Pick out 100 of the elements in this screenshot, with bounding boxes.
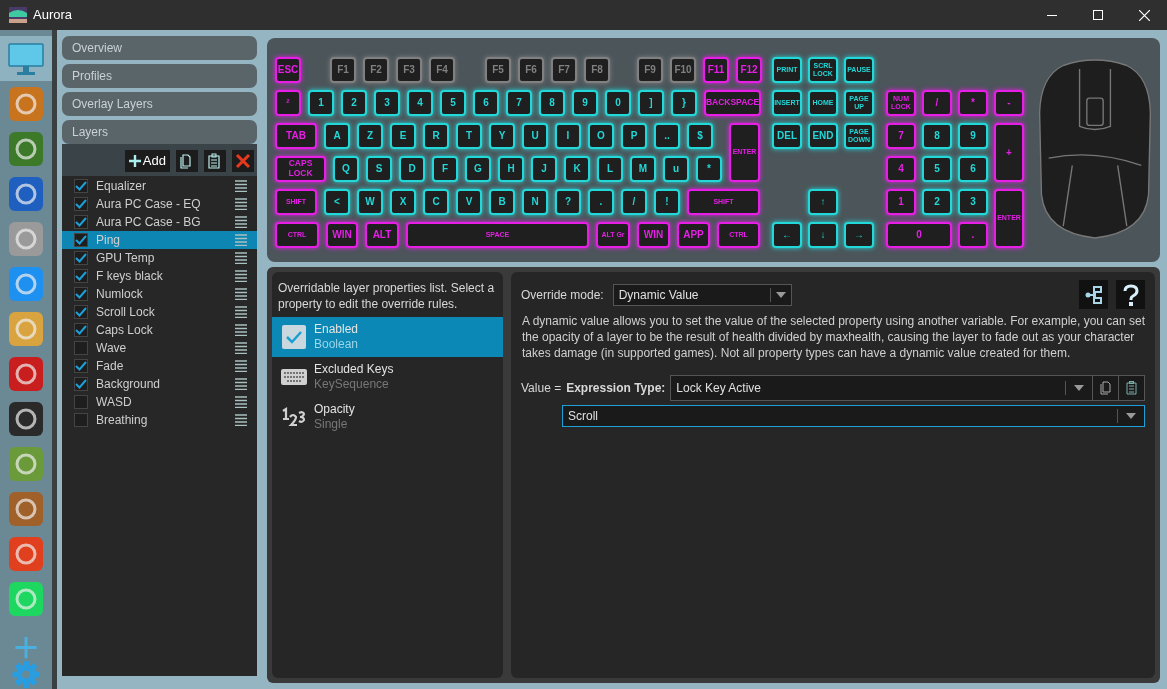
- copy-icon[interactable]: [1100, 381, 1111, 395]
- layer-checkbox[interactable]: [74, 377, 88, 391]
- layer-name: Background: [96, 376, 162, 393]
- property-item[interactable]: Opacity Single: [272, 397, 503, 437]
- drag-handle-icon[interactable]: [235, 342, 247, 354]
- add-button[interactable]: Add: [124, 150, 170, 172]
- layer-row[interactable]: GPU Temp: [62, 249, 257, 267]
- layer-row[interactable]: Breathing: [62, 411, 257, 429]
- help-button[interactable]: [1116, 280, 1145, 309]
- drag-handle-icon[interactable]: [235, 252, 247, 264]
- keyboard-key: 9: [572, 90, 598, 116]
- layer-row[interactable]: Aura PC Case - BG: [62, 213, 257, 231]
- keyboard-key: F12: [736, 57, 762, 83]
- layer-checkbox[interactable]: [74, 413, 88, 427]
- caret-icon: [1074, 385, 1084, 391]
- app-logo-icon: [8, 85, 44, 122]
- layer-checkbox[interactable]: [74, 197, 88, 211]
- delete-button[interactable]: [232, 150, 254, 172]
- layer-row[interactable]: Background: [62, 375, 257, 393]
- layer-row[interactable]: F keys black: [62, 267, 257, 285]
- section-header[interactable]: Overlay Layers: [62, 92, 257, 116]
- paste-button[interactable]: [204, 150, 226, 172]
- layer-checkbox[interactable]: [74, 269, 88, 283]
- drag-handle-icon[interactable]: [235, 288, 247, 300]
- keyboard-key: ?: [555, 189, 581, 215]
- drag-handle-icon[interactable]: [235, 414, 247, 426]
- drag-handle-icon[interactable]: [235, 216, 247, 228]
- layer-checkbox[interactable]: [74, 341, 88, 355]
- keyboard-key: 5: [922, 156, 952, 182]
- layer-checkbox[interactable]: [74, 251, 88, 265]
- keyboard-key: F3: [396, 57, 422, 83]
- layer-row[interactable]: WASD: [62, 393, 257, 411]
- property-item[interactable]: Excluded Keys KeySequence: [272, 357, 503, 397]
- keyboard-key: 4: [886, 156, 916, 182]
- numbers-icon: [281, 406, 307, 428]
- layer-row[interactable]: Fade: [62, 357, 257, 375]
- section-header[interactable]: Overview: [62, 36, 257, 60]
- keyboard-key: DEL: [772, 123, 802, 149]
- keyboard-key: L: [597, 156, 623, 182]
- layer-row[interactable]: Equalizer: [62, 177, 257, 195]
- keyboard-key: 1: [886, 189, 916, 215]
- drag-handle-icon[interactable]: [235, 324, 247, 336]
- keyboard-key: 7: [506, 90, 532, 116]
- keyboard-key: .: [588, 189, 614, 215]
- checkmark-icon: [75, 180, 87, 192]
- layer-name: Ping: [96, 232, 122, 249]
- checkmark-icon: [75, 360, 87, 372]
- keyboard-key: END: [808, 123, 838, 149]
- layer-checkbox[interactable]: [74, 233, 88, 247]
- layer-name: Aura PC Case - EQ: [96, 196, 202, 213]
- layer-checkbox[interactable]: [74, 359, 88, 373]
- app-logo-icon: [8, 310, 44, 347]
- keyboard-key: F1: [330, 57, 356, 83]
- property-name: Opacity: [314, 402, 355, 417]
- override-mode-dropdown[interactable]: Dynamic Value: [612, 283, 792, 306]
- keyboard-key: 7: [886, 123, 916, 149]
- drag-handle-icon[interactable]: [235, 306, 247, 318]
- drag-handle-icon[interactable]: [235, 180, 247, 192]
- window-title: Aurora: [33, 6, 73, 25]
- layer-checkbox[interactable]: [74, 305, 88, 319]
- section-header[interactable]: Layers: [62, 120, 257, 144]
- keyboard-key: WIN: [326, 222, 358, 248]
- section-header[interactable]: Profiles: [62, 64, 257, 88]
- keyboard-key: X: [390, 189, 416, 215]
- keyboard-key: H: [498, 156, 524, 182]
- keyboard-key: *: [958, 90, 988, 116]
- checkmark-icon: [75, 324, 87, 336]
- keyboard-key: K: [564, 156, 590, 182]
- hierarchy-button[interactable]: [1079, 280, 1108, 309]
- keyboard-key: ]: [638, 90, 664, 116]
- layer-checkbox[interactable]: [74, 395, 88, 409]
- drag-handle-icon[interactable]: [235, 360, 247, 372]
- paste-icon[interactable]: [1126, 381, 1137, 395]
- keyboard-key: W: [357, 189, 383, 215]
- layer-row[interactable]: Caps Lock: [62, 321, 257, 339]
- layer-name: Breathing: [96, 412, 149, 429]
- drag-handle-icon[interactable]: [235, 378, 247, 390]
- layer-checkbox[interactable]: [74, 287, 88, 301]
- drag-handle-icon[interactable]: [235, 234, 247, 246]
- drag-handle-icon[interactable]: [235, 198, 247, 210]
- drag-handle-icon[interactable]: [235, 396, 247, 408]
- override-mode-label: Override mode:: [521, 286, 604, 304]
- copy-button[interactable]: [176, 150, 198, 172]
- layer-checkbox[interactable]: [74, 323, 88, 337]
- layer-checkbox[interactable]: [74, 179, 88, 193]
- layer-checkbox[interactable]: [74, 215, 88, 229]
- layer-row[interactable]: Wave: [62, 339, 257, 357]
- app-logo-icon: [8, 265, 44, 302]
- layer-row[interactable]: Scroll Lock: [62, 303, 257, 321]
- lock-key-dropdown[interactable]: Scroll: [562, 405, 1145, 427]
- keyboard-key: Y: [489, 123, 515, 149]
- layer-row[interactable]: Aura PC Case - EQ: [62, 195, 257, 213]
- drag-handle-icon[interactable]: [235, 270, 247, 282]
- layer-name: Numlock: [96, 286, 144, 303]
- keyboard-key: 6: [958, 156, 988, 182]
- checkmark-icon: [75, 306, 87, 318]
- layer-row[interactable]: Numlock: [62, 285, 257, 303]
- expression-type-dropdown[interactable]: Lock Key Active: [670, 375, 1145, 401]
- keyboard-key: F2: [363, 57, 389, 83]
- close-icon: [235, 153, 251, 169]
